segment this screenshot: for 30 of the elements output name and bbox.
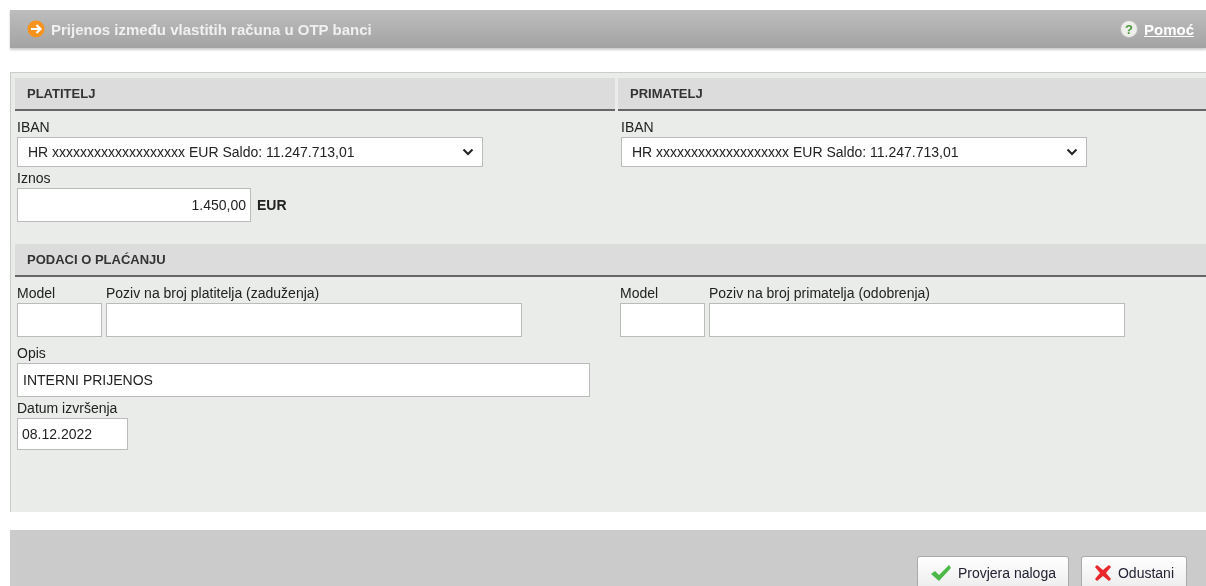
field-label: Poziv na broj platitelja (zaduženja) (106, 285, 321, 301)
account-select[interactable]: HR xxxxxxxxxxxxxxxxxxx EUR Saldo: 11.247.713,01 (17, 137, 483, 167)
model-field[interactable] (620, 303, 705, 337)
amount-field[interactable]: 1.450,00 (17, 188, 251, 222)
section-header: PODACI O PLAĆANJU (15, 244, 1206, 277)
description-field[interactable]: INTERNI PRIJENOS (17, 363, 590, 397)
field-label: Model (17, 285, 57, 301)
account-select[interactable]: HR xxxxxxxxxxxxxxxxxxx EUR Saldo: 11.247.713,01 (621, 137, 1087, 167)
field-label: Model (620, 285, 660, 301)
chevron-down-icon (462, 148, 474, 156)
chevron-down-icon (1066, 148, 1078, 156)
confirm-button[interactable]: Provjera naloga (916, 556, 1069, 586)
page-title: Prijenos između vlastitih računa u OTP banci (51, 20, 372, 38)
cross-icon (1093, 564, 1112, 582)
reference-field[interactable] (106, 303, 522, 337)
section-header: PLATITELJ (15, 78, 615, 111)
field-label: Opis (17, 345, 47, 361)
field-label: Poziv na broj primatelja (odobrenja) (709, 285, 931, 301)
currency-label: EUR (257, 197, 287, 213)
field-label: IBAN (621, 119, 655, 135)
date-field[interactable]: 08.12.2022 (17, 418, 128, 450)
arrow-right-icon (27, 20, 45, 38)
model-field[interactable] (17, 303, 102, 337)
cancel-button[interactable]: Odustani (1080, 556, 1187, 586)
section-header: PRIMATELJ (618, 78, 1206, 111)
reference-field[interactable] (709, 303, 1125, 337)
field-label: IBAN (17, 119, 51, 135)
checkmark-icon (929, 564, 952, 582)
field-label: Iznos (17, 170, 52, 186)
field-label: Datum izvršenja (17, 400, 119, 416)
